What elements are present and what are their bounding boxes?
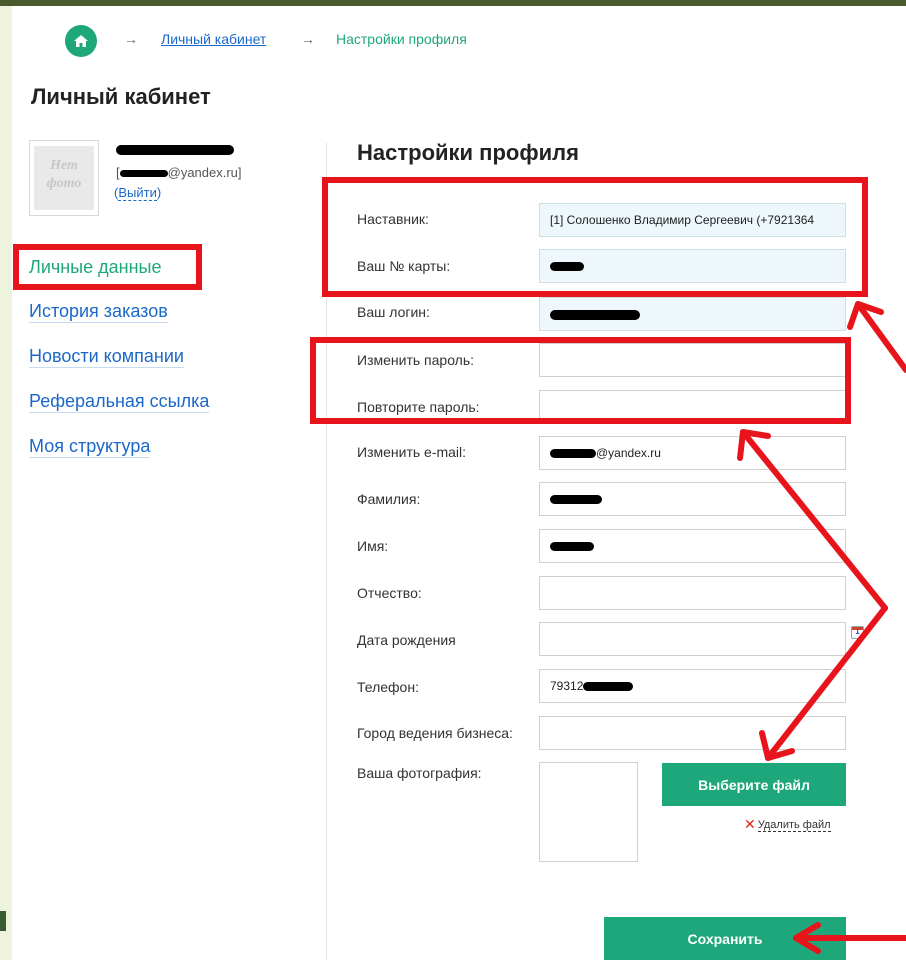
redacted-lastname [550, 495, 602, 505]
save-button[interactable]: Сохранить [604, 917, 846, 960]
user-email-domain: @yandex.ru] [167, 165, 242, 180]
phone-label: Телефон: [357, 679, 419, 695]
patronymic-input[interactable] [539, 576, 846, 610]
sidebar-item-order-history[interactable]: История заказов [29, 301, 168, 323]
delete-file-label: Удалить файл [757, 819, 831, 832]
delete-icon: ✕ [744, 816, 756, 832]
city-input[interactable] [539, 716, 846, 750]
annotation-arrow-mentor [855, 301, 906, 373]
phone-prefix: 79312 [550, 679, 584, 693]
user-email: [@yandex.ru] [116, 165, 242, 180]
city-label: Город ведения бизнеса: [357, 725, 513, 741]
phone-field[interactable]: 79312 [539, 669, 846, 703]
annotation-arrowhead-mentor [847, 301, 884, 330]
redacted-email-user [550, 449, 596, 459]
form-title: Настройки профиля [357, 140, 579, 165]
mentor-label: Наставник: [357, 211, 429, 227]
avatar-text-line2: фото [46, 176, 82, 191]
password-repeat-label: Повторите пароль: [357, 399, 480, 415]
birthdate-label: Дата рождения [357, 632, 456, 648]
avatar-placeholder: Нет фото [34, 146, 94, 210]
breadcrumb-separator: → [301, 31, 315, 47]
photo-preview [539, 762, 638, 862]
redacted-firstname [550, 542, 594, 552]
card-number-label: Ваш № карты: [357, 258, 451, 274]
lastname-label: Фамилия: [357, 491, 421, 507]
delete-file-link[interactable]: ✕ Удалить файл [744, 816, 831, 833]
calendar-icon[interactable]: 1 [851, 626, 864, 639]
left-edge [0, 6, 12, 960]
login-label: Ваш логин: [357, 304, 430, 320]
redacted-phone [583, 682, 634, 692]
sidebar-item-personal-data[interactable]: Личные данные [29, 257, 161, 278]
redacted-name [116, 144, 234, 155]
email-label: Изменить e-mail: [357, 444, 467, 460]
user-name [116, 141, 234, 156]
firstname-field[interactable] [539, 529, 846, 563]
redacted-login [550, 309, 640, 320]
firstname-label: Имя: [357, 538, 389, 554]
login-field[interactable] [539, 297, 846, 331]
patronymic-label: Отчество: [357, 585, 422, 601]
breadcrumb-account-link[interactable]: Личный кабинет [161, 31, 266, 47]
choose-file-button[interactable]: Выберите файл [662, 763, 846, 806]
lastname-field[interactable] [539, 482, 846, 516]
password-input[interactable] [539, 343, 846, 377]
avatar: Нет фото [29, 140, 99, 216]
sidebar-item-my-structure[interactable]: Моя структура [29, 436, 151, 458]
birthdate-input[interactable] [539, 622, 846, 656]
top-bar [0, 0, 906, 6]
email-field[interactable]: @yandex.ru [539, 436, 846, 470]
logout-close: ) [156, 185, 162, 200]
page-title: Личный кабинет [31, 84, 211, 109]
breadcrumb-current: Настройки профиля [336, 31, 467, 47]
photo-label: Ваша фотография: [357, 765, 482, 781]
avatar-text-line1: Нет [50, 158, 78, 173]
redacted-email [119, 170, 168, 178]
logout-link[interactable]: Выйти [118, 185, 157, 201]
card-number-field[interactable] [539, 249, 846, 283]
home-button[interactable] [65, 25, 97, 57]
column-divider [326, 143, 327, 960]
sidebar-item-company-news[interactable]: Новости компании [29, 346, 184, 368]
mentor-field[interactable]: [1] Солошенко Владимир Сергеевич (+79213… [539, 203, 846, 237]
email-domain: @yandex.ru [596, 446, 661, 460]
home-icon [74, 35, 88, 47]
left-edge-mark [0, 911, 6, 931]
password-repeat-input[interactable] [539, 390, 846, 424]
redacted-card-number [550, 262, 584, 272]
logout-link-wrap: (Выйти) [114, 185, 162, 201]
sidebar-item-referral-link[interactable]: Реферальная ссылка [29, 391, 210, 413]
password-label: Изменить пароль: [357, 352, 475, 368]
breadcrumb-separator: → [124, 31, 138, 47]
